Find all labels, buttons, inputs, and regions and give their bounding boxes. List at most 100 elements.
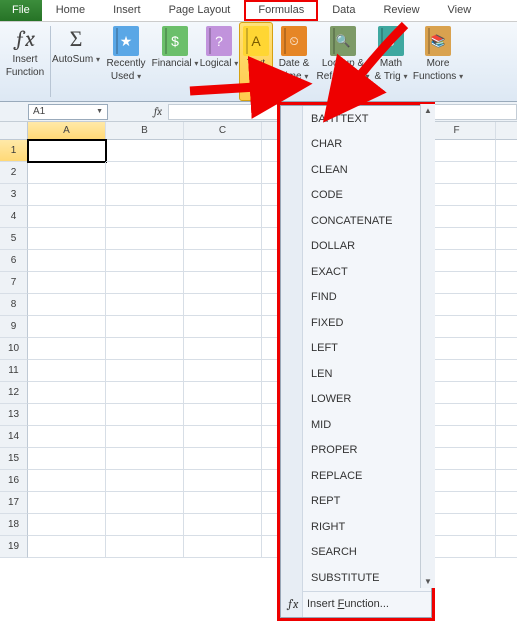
cell[interactable] (28, 140, 106, 162)
cell[interactable] (496, 470, 517, 492)
menu-item-insert-function[interactable]: ƒxInsert Function... (281, 592, 431, 618)
menu-item-rept[interactable]: REPT (303, 489, 431, 515)
cell[interactable] (184, 514, 262, 536)
cell[interactable] (106, 272, 184, 294)
cell[interactable] (184, 140, 262, 162)
row-header[interactable]: 15 (0, 448, 28, 470)
cell[interactable] (496, 382, 517, 404)
cell[interactable] (106, 448, 184, 470)
cell[interactable] (184, 316, 262, 338)
row-header[interactable]: 18 (0, 514, 28, 536)
cell[interactable] (106, 228, 184, 250)
menu-item-proper[interactable]: PROPER (303, 438, 431, 464)
column-header[interactable]: A (28, 122, 106, 140)
menu-item-bahttext[interactable]: BAHTTEXT (303, 106, 431, 132)
cell[interactable] (184, 206, 262, 228)
cell[interactable] (28, 360, 106, 382)
cell[interactable] (106, 316, 184, 338)
cell[interactable] (496, 294, 517, 316)
menu-item-substitute[interactable]: SUBSTITUTE (303, 565, 431, 591)
cell[interactable] (106, 360, 184, 382)
cell[interactable] (106, 382, 184, 404)
cell[interactable] (106, 536, 184, 558)
cell[interactable] (496, 162, 517, 184)
cell[interactable] (28, 316, 106, 338)
cell[interactable] (106, 514, 184, 536)
scroll-down-icon[interactable]: ▼ (424, 575, 432, 588)
tab-data[interactable]: Data (318, 0, 369, 21)
fx-icon[interactable]: fx (148, 105, 168, 118)
row-header[interactable]: 7 (0, 272, 28, 294)
row-header[interactable]: 14 (0, 426, 28, 448)
menu-item-replace[interactable]: REPLACE (303, 463, 431, 489)
cell[interactable] (184, 536, 262, 558)
menu-item-find[interactable]: FIND (303, 285, 431, 311)
row-header[interactable]: 10 (0, 338, 28, 360)
cell[interactable] (106, 426, 184, 448)
menu-item-concatenate[interactable]: CONCATENATE (303, 208, 431, 234)
lookup-reference-button[interactable]: 🔍 Lookup & Reference ▾ (315, 22, 371, 101)
cell[interactable] (28, 448, 106, 470)
column-header[interactable]: G (496, 122, 517, 140)
date-time-button[interactable]: ⏲ Date & Time ▾ (273, 22, 315, 101)
tab-file[interactable]: File (0, 0, 42, 21)
row-header[interactable]: 4 (0, 206, 28, 228)
cell[interactable] (184, 184, 262, 206)
cell[interactable] (184, 162, 262, 184)
more-functions-button[interactable]: 📚 More Functions ▾ (411, 22, 465, 101)
cell[interactable] (496, 514, 517, 536)
text-button[interactable]: A Text ▾ (239, 22, 273, 101)
row-header[interactable]: 16 (0, 470, 28, 492)
column-header[interactable]: C (184, 122, 262, 140)
cell[interactable] (184, 470, 262, 492)
menu-item-mid[interactable]: MID (303, 412, 431, 438)
row-header[interactable]: 13 (0, 404, 28, 426)
cell[interactable] (184, 294, 262, 316)
menu-item-lower[interactable]: LOWER (303, 387, 431, 413)
cell[interactable] (184, 338, 262, 360)
cell[interactable] (28, 294, 106, 316)
cell[interactable] (496, 338, 517, 360)
cell[interactable] (28, 492, 106, 514)
cell[interactable] (184, 404, 262, 426)
menu-item-exact[interactable]: EXACT (303, 259, 431, 285)
tab-view[interactable]: View (434, 0, 486, 21)
cell[interactable] (184, 250, 262, 272)
tab-review[interactable]: Review (369, 0, 433, 21)
menu-item-dollar[interactable]: DOLLAR (303, 234, 431, 260)
menu-item-left[interactable]: LEFT (303, 336, 431, 362)
name-box[interactable]: A1▼ (28, 104, 108, 120)
cell[interactable] (28, 426, 106, 448)
financial-button[interactable]: $ Financial ▾ (151, 22, 199, 101)
menu-item-len[interactable]: LEN (303, 361, 431, 387)
cell[interactable] (496, 492, 517, 514)
cell[interactable] (28, 272, 106, 294)
menu-item-right[interactable]: RIGHT (303, 514, 431, 540)
cell[interactable] (106, 404, 184, 426)
autosum-button[interactable]: Σ AutoSum ▾ (51, 22, 101, 101)
cell[interactable] (184, 228, 262, 250)
menu-scrollbar[interactable]: ▲ ▼ (420, 104, 435, 588)
cell[interactable] (496, 228, 517, 250)
menu-item-clean[interactable]: CLEAN (303, 157, 431, 183)
tab-formulas[interactable]: Formulas (244, 0, 318, 21)
row-header[interactable]: 3 (0, 184, 28, 206)
cell[interactable] (106, 162, 184, 184)
cell[interactable] (496, 360, 517, 382)
cell[interactable] (106, 338, 184, 360)
cell[interactable] (184, 360, 262, 382)
recently-used-button[interactable]: ★ Recently Used ▾ (101, 22, 151, 101)
cell[interactable] (28, 206, 106, 228)
cell[interactable] (106, 294, 184, 316)
cell[interactable] (496, 206, 517, 228)
menu-item-code[interactable]: CODE (303, 183, 431, 209)
menu-item-char[interactable]: CHAR (303, 132, 431, 158)
menu-item-search[interactable]: SEARCH (303, 540, 431, 566)
row-header[interactable]: 19 (0, 536, 28, 558)
row-header[interactable]: 6 (0, 250, 28, 272)
cell[interactable] (496, 140, 517, 162)
row-header[interactable]: 12 (0, 382, 28, 404)
cell[interactable] (28, 382, 106, 404)
row-header[interactable]: 8 (0, 294, 28, 316)
cell[interactable] (496, 250, 517, 272)
